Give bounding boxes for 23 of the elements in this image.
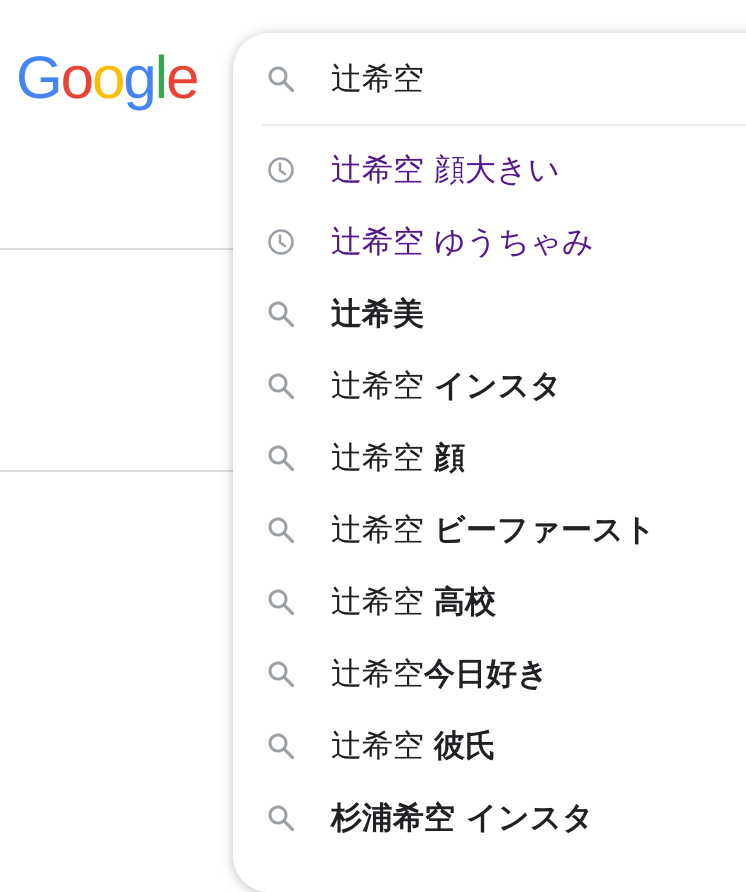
clock-icon bbox=[268, 157, 294, 183]
search-icon bbox=[268, 589, 294, 615]
recent-search-item[interactable]: 辻希空 顔大きい bbox=[233, 134, 746, 206]
recent-search-item[interactable]: 辻希空 ゆうちゃみ bbox=[233, 206, 746, 278]
search-icon bbox=[268, 373, 294, 399]
search-icon bbox=[268, 733, 294, 759]
search-icon bbox=[268, 66, 294, 92]
clock-icon bbox=[268, 229, 294, 255]
search-icon bbox=[268, 517, 294, 543]
suggestion-item[interactable]: 辻希空 インスタ bbox=[233, 350, 746, 422]
logo[interactable]: Google bbox=[16, 44, 198, 112]
suggestion-item[interactable]: 杉浦希空 インスタ bbox=[233, 782, 746, 854]
suggestion-item[interactable]: 辻希空今日好き bbox=[233, 638, 746, 710]
suggestion-item[interactable]: 辻希美 bbox=[233, 278, 746, 350]
search-icon bbox=[268, 301, 294, 327]
search-icon bbox=[268, 661, 294, 687]
suggestion-item[interactable]: 辻希空 顔 bbox=[233, 422, 746, 494]
suggestion-item[interactable]: 辻希空 ビーファースト bbox=[233, 494, 746, 566]
search-input[interactable]: 辻希空 bbox=[331, 56, 711, 100]
suggestion-item[interactable]: 辻希空 彼氏 bbox=[233, 710, 746, 782]
suggestion-item[interactable]: 辻希空 高校 bbox=[233, 566, 746, 638]
search-icon bbox=[268, 805, 294, 831]
search-icon bbox=[268, 445, 294, 471]
